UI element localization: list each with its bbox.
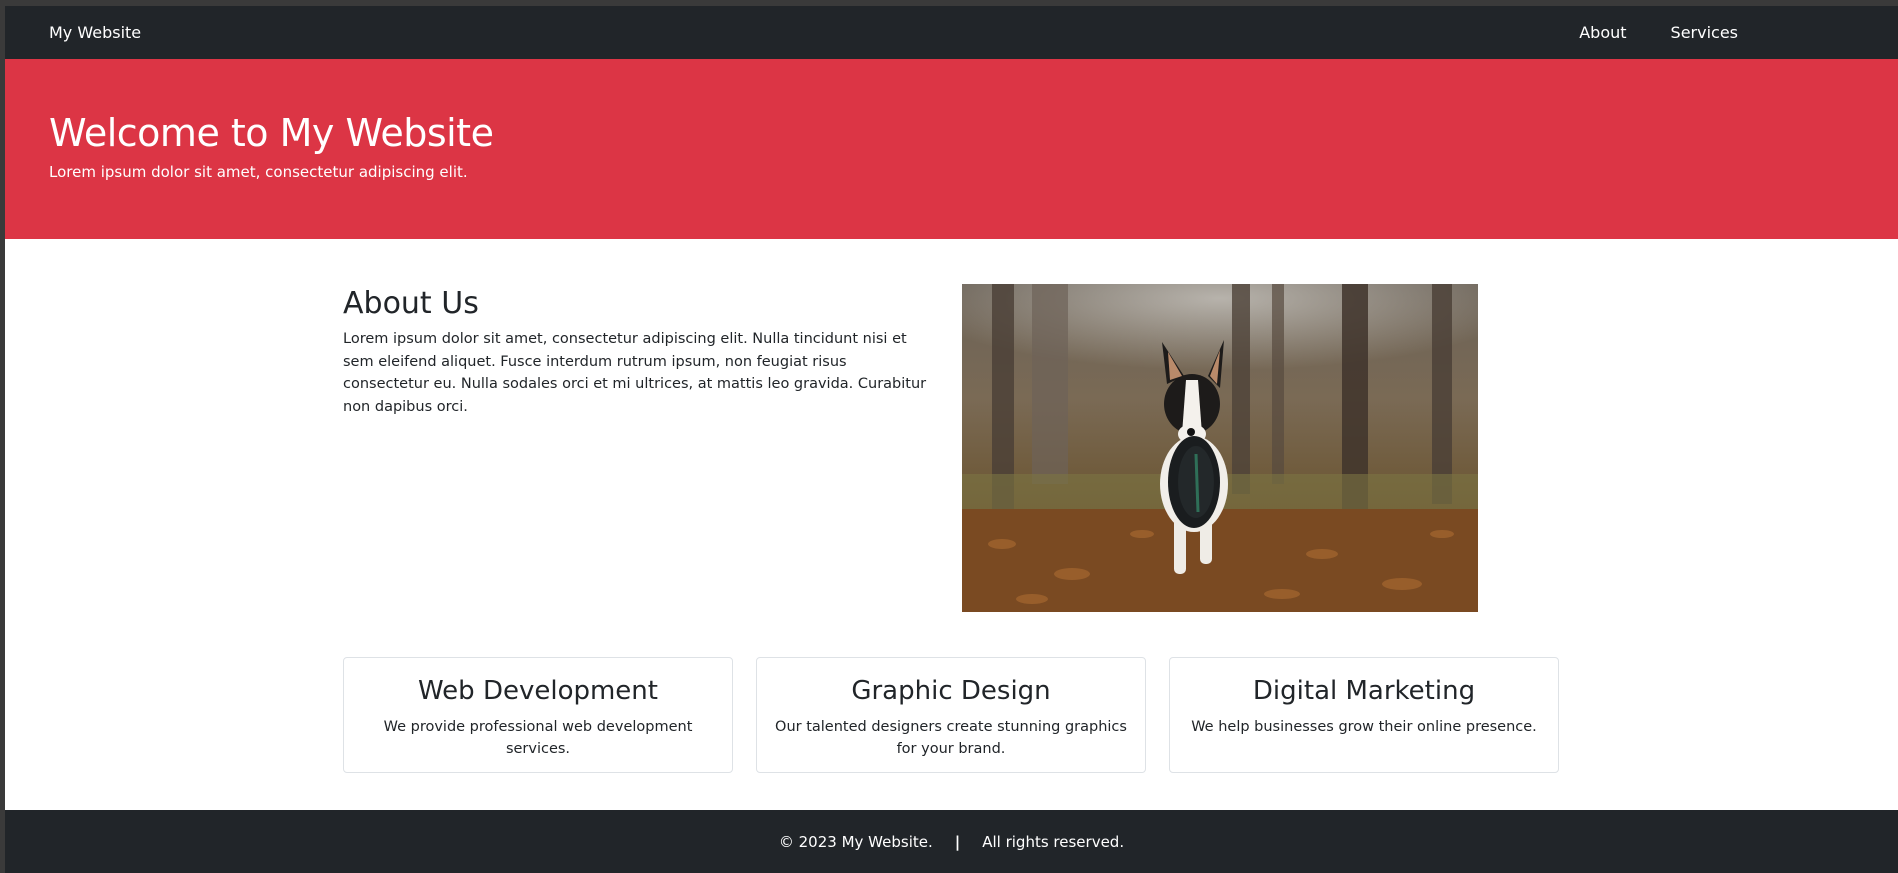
hero-subtitle: Lorem ipsum dolor sit amet, consectetur … <box>49 163 468 181</box>
service-card-digital-marketing: Digital Marketing We help businesses gro… <box>1169 657 1559 773</box>
about-title: About Us <box>343 286 479 321</box>
brand-link[interactable]: My Website <box>49 6 141 59</box>
nav-link-services[interactable]: Services <box>1671 23 1738 42</box>
footer-copyright: © 2023 My Website. <box>778 832 933 851</box>
web-page: My Website About Services Welcome to My … <box>5 6 1898 873</box>
hero-banner: Welcome to My Website Lorem ipsum dolor … <box>5 59 1898 239</box>
footer-separator: | <box>954 832 961 851</box>
about-text: Lorem ipsum dolor sit amet, consectetur … <box>343 331 927 415</box>
service-card-text: We provide professional web development … <box>383 719 693 757</box>
footer-rights: All rights reserved. <box>982 832 1125 851</box>
hero-title: Welcome to My Website <box>49 111 494 155</box>
photo-illustration <box>962 284 1478 612</box>
service-card-web-development: Web Development We provide professional … <box>343 657 733 773</box>
service-card-text: We help businesses grow their online pre… <box>1191 719 1537 735</box>
nav-links: About Services <box>1535 6 1738 59</box>
dog-with-frisbee-photo <box>962 284 1478 612</box>
navbar: My Website About Services <box>5 6 1898 59</box>
service-card-title: Graphic Design <box>851 676 1051 706</box>
service-card-graphic-design: Graphic Design Our talented designers cr… <box>756 657 1146 773</box>
service-card-title: Digital Marketing <box>1252 676 1476 706</box>
nav-link-about[interactable]: About <box>1579 23 1626 42</box>
footer: © 2023 My Website. | All rights reserved… <box>5 810 1898 873</box>
service-card-title: Web Development <box>418 676 658 706</box>
service-card-text: Our talented designers create stunning g… <box>775 719 1127 757</box>
